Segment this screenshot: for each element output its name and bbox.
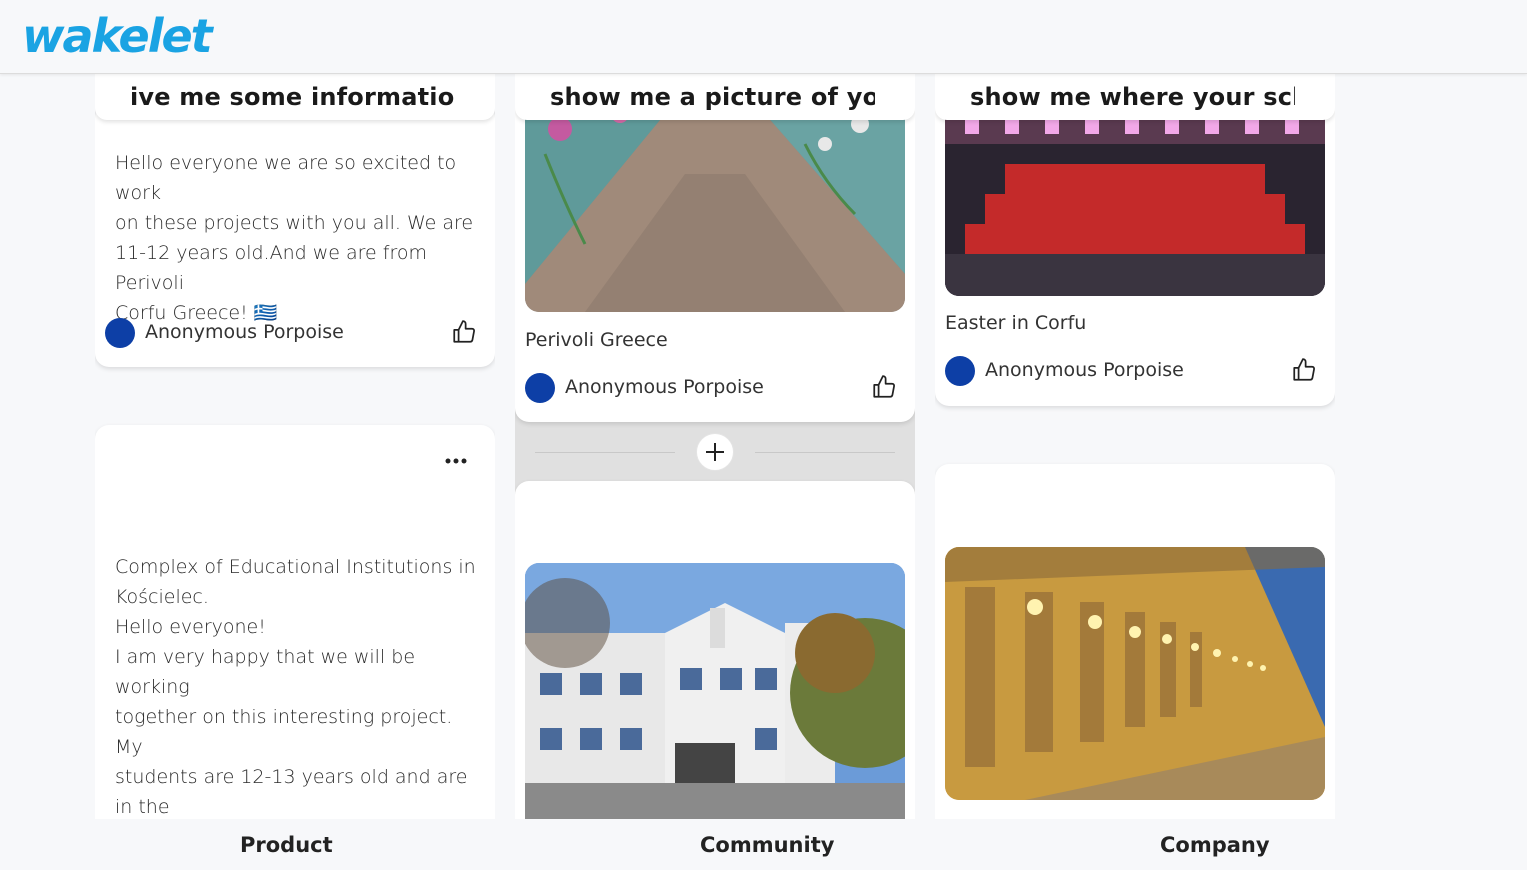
plus-icon bbox=[706, 443, 724, 461]
text-card[interactable]: Hello everyone we are so excited to work… bbox=[95, 104, 495, 367]
image-card[interactable]: Easter in Corfu Anonymous Porpoise bbox=[935, 84, 1335, 406]
author-row: Anonymous Porpoise bbox=[525, 372, 901, 404]
image-card[interactable] bbox=[515, 481, 915, 819]
author-row: Anonymous Porpoise bbox=[945, 355, 1321, 387]
avatar[interactable] bbox=[945, 356, 975, 386]
column-header: show me where your schoo bbox=[935, 74, 1335, 120]
author-name: Anonymous Porpoise bbox=[565, 376, 764, 398]
divider bbox=[535, 452, 675, 453]
card-caption: Easter in Corfu bbox=[945, 312, 1087, 334]
footer-link-product[interactable]: Product bbox=[240, 833, 333, 857]
school-building-photo bbox=[525, 563, 905, 819]
like-icon[interactable] bbox=[1291, 357, 1317, 383]
column-3: show me where your schoo bbox=[935, 74, 1335, 819]
avatar[interactable] bbox=[105, 318, 135, 348]
arcade-street-photo bbox=[945, 547, 1325, 800]
card-text: Complex of Educational Institutions in K… bbox=[115, 556, 476, 818]
column-1: ive me some information al Hello everyon… bbox=[95, 74, 495, 819]
avatar[interactable] bbox=[525, 373, 555, 403]
like-icon[interactable] bbox=[451, 319, 477, 345]
author-name: Anonymous Porpoise bbox=[145, 321, 344, 343]
author-name: Anonymous Porpoise bbox=[985, 359, 1184, 381]
top-bar: wakelet bbox=[0, 0, 1527, 74]
footer-link-community[interactable]: Community bbox=[700, 833, 834, 857]
wakelet-logo[interactable]: wakelet bbox=[22, 6, 213, 66]
image-card[interactable]: Perivoli Greece Anonymous Porpoise bbox=[515, 84, 915, 422]
card-text: Hello everyone we are so excited to work… bbox=[115, 152, 474, 324]
author-row: Anonymous Porpoise bbox=[105, 317, 481, 349]
footer-link-company[interactable]: Company bbox=[1160, 833, 1270, 857]
column-header-title: ive me some information al bbox=[130, 83, 455, 111]
column-header-title: show me a picture of yourr bbox=[550, 83, 875, 111]
text-card[interactable]: Complex of Educational Institutions in K… bbox=[95, 425, 495, 819]
add-item-button[interactable] bbox=[696, 433, 734, 471]
column-header: ive me some information al bbox=[95, 74, 495, 120]
column-header: show me a picture of yourr bbox=[515, 74, 915, 120]
column-2: show me a picture of yourr Perivoli Gree… bbox=[515, 74, 915, 819]
card-caption: Perivoli Greece bbox=[525, 329, 668, 351]
add-item-row bbox=[535, 432, 895, 472]
divider bbox=[755, 452, 895, 453]
like-icon[interactable] bbox=[871, 374, 897, 400]
column-header-title: show me where your schoo bbox=[970, 83, 1295, 111]
image-card[interactable] bbox=[935, 464, 1335, 819]
more-options-icon[interactable] bbox=[445, 457, 467, 465]
